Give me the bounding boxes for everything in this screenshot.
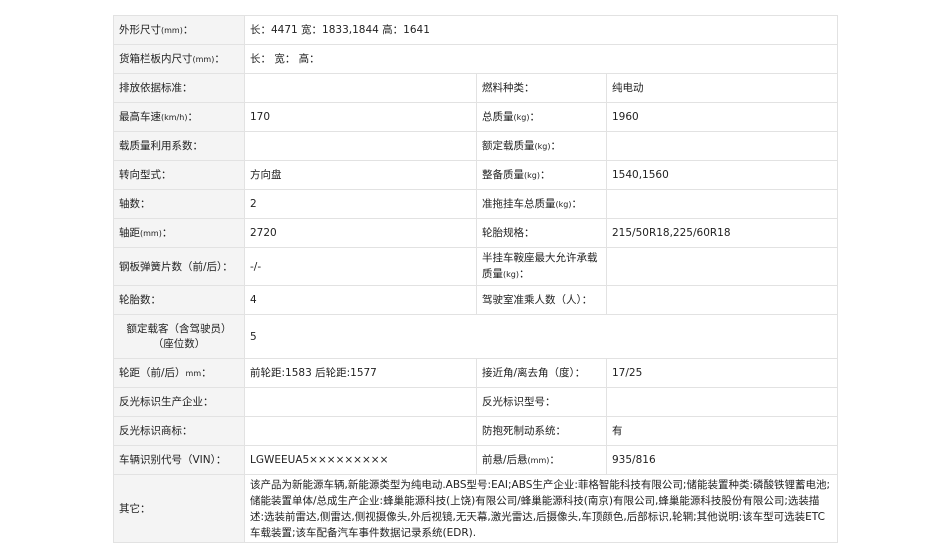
field-value bbox=[244, 73, 477, 103]
field-value bbox=[244, 416, 477, 446]
table-row: 反光标识生产企业： 反光标识型号： bbox=[113, 387, 839, 417]
field-value: 935/816 bbox=[605, 445, 839, 475]
field-label: 排放依据标准： bbox=[113, 73, 245, 103]
field-label: 轴距(mm)： bbox=[113, 218, 245, 248]
table-row: 反光标识商标： 防抱死制动系统： 有 bbox=[113, 416, 839, 446]
table-row: 外形尺寸(mm)： 长：4471 宽：1833,1844 高：1641 bbox=[113, 15, 839, 45]
field-label: 防抱死制动系统： bbox=[476, 416, 607, 446]
field-label: 整备质量(kg)： bbox=[476, 160, 607, 190]
field-value bbox=[605, 247, 839, 286]
field-label: 反光标识型号： bbox=[476, 387, 607, 417]
field-value: 17/25 bbox=[605, 358, 839, 388]
field-label: 货箱栏板内尺寸(mm)： bbox=[113, 44, 245, 74]
field-label: 反光标识商标： bbox=[113, 416, 245, 446]
field-value: 215/50R18,225/60R18 bbox=[605, 218, 839, 248]
field-value: 长：4471 宽：1833,1844 高：1641 bbox=[243, 15, 839, 45]
field-value: 2 bbox=[244, 189, 477, 219]
table-row: 钢板弹簧片数（前/后）： -/- 半挂车鞍座最大允许承载质量(kg)： bbox=[113, 247, 839, 286]
table-row: 车辆识别代号（VIN）： LGWEEUA5××××××××× 前悬/后悬(mm)… bbox=[113, 445, 839, 475]
field-label: 接近角/离去角（度）： bbox=[476, 358, 607, 388]
field-value: 5 bbox=[243, 314, 839, 359]
field-label: 前悬/后悬(mm)： bbox=[476, 445, 607, 475]
table-row: 最高车速(km/h)： 170 总质量(kg)： 1960 bbox=[113, 102, 839, 132]
field-label: 轮胎规格： bbox=[476, 218, 607, 248]
field-value: 2720 bbox=[244, 218, 477, 248]
table-row: 转向型式： 方向盘 整备质量(kg)： 1540,1560 bbox=[113, 160, 839, 190]
table-row: 轮距（前/后）mm： 前轮距:1583 后轮距:1577 接近角/离去角（度）：… bbox=[113, 358, 839, 388]
vehicle-spec-table: 外形尺寸(mm)： 长：4471 宽：1833,1844 高：1641 货箱栏板… bbox=[113, 15, 839, 543]
field-value: -/- bbox=[244, 247, 477, 286]
field-value bbox=[244, 131, 477, 161]
field-label: 燃料种类： bbox=[476, 73, 607, 103]
notes-value: 该产品为新能源车辆,新能源类型为纯电动.ABS型号:EAI;ABS生产企业:菲格… bbox=[243, 474, 839, 543]
field-label: 额定载客（含驾驶员）（座位数） bbox=[113, 314, 245, 359]
field-value bbox=[605, 285, 839, 315]
field-value bbox=[605, 131, 839, 161]
field-value: 长： 宽： 高： bbox=[243, 44, 839, 74]
table-row: 货箱栏板内尺寸(mm)： 长： 宽： 高： bbox=[113, 44, 839, 74]
table-row: 轮胎数： 4 驾驶室准乘人数（人）： bbox=[113, 285, 839, 315]
field-label: 反光标识生产企业： bbox=[113, 387, 245, 417]
field-label: 驾驶室准乘人数（人）： bbox=[476, 285, 607, 315]
field-label: 载质量利用系数： bbox=[113, 131, 245, 161]
field-value: LGWEEUA5××××××××× bbox=[244, 445, 477, 475]
field-label: 轴数： bbox=[113, 189, 245, 219]
field-label: 外形尺寸(mm)： bbox=[113, 15, 245, 45]
table-row: 其它： 该产品为新能源车辆,新能源类型为纯电动.ABS型号:EAI;ABS生产企… bbox=[113, 474, 839, 543]
field-value: 纯电动 bbox=[605, 73, 839, 103]
field-label: 准拖挂车总质量(kg)： bbox=[476, 189, 607, 219]
table-row: 额定载客（含驾驶员）（座位数） 5 bbox=[113, 314, 839, 359]
field-value: 方向盘 bbox=[244, 160, 477, 190]
field-label: 其它： bbox=[113, 474, 245, 543]
field-label: 最高车速(km/h)： bbox=[113, 102, 245, 132]
table-row: 轴数： 2 准拖挂车总质量(kg)： bbox=[113, 189, 839, 219]
field-label: 转向型式： bbox=[113, 160, 245, 190]
field-label: 车辆识别代号（VIN）： bbox=[113, 445, 245, 475]
field-value: 1960 bbox=[605, 102, 839, 132]
field-label: 半挂车鞍座最大允许承载质量(kg)： bbox=[476, 247, 607, 286]
table-row: 轴距(mm)： 2720 轮胎规格： 215/50R18,225/60R18 bbox=[113, 218, 839, 248]
field-value: 前轮距:1583 后轮距:1577 bbox=[244, 358, 477, 388]
table-row: 载质量利用系数： 额定载质量(kg)： bbox=[113, 131, 839, 161]
field-label: 轮胎数： bbox=[113, 285, 245, 315]
field-label: 总质量(kg)： bbox=[476, 102, 607, 132]
field-value: 1540,1560 bbox=[605, 160, 839, 190]
field-value: 4 bbox=[244, 285, 477, 315]
field-value bbox=[605, 189, 839, 219]
table-row: 排放依据标准： 燃料种类： 纯电动 bbox=[113, 73, 839, 103]
field-value bbox=[605, 387, 839, 417]
field-value: 170 bbox=[244, 102, 477, 132]
field-value: 有 bbox=[605, 416, 839, 446]
field-label: 额定载质量(kg)： bbox=[476, 131, 607, 161]
field-label: 轮距（前/后）mm： bbox=[113, 358, 245, 388]
field-label: 钢板弹簧片数（前/后）： bbox=[113, 247, 245, 286]
field-value bbox=[244, 387, 477, 417]
